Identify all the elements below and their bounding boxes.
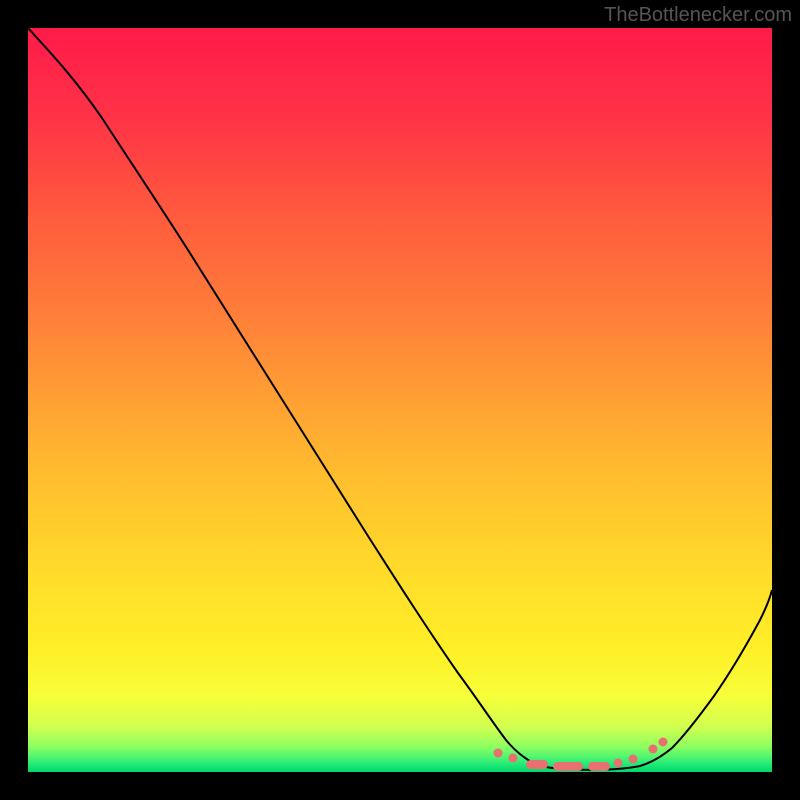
marker-dot (509, 754, 518, 763)
marker-dot (494, 749, 503, 758)
chart-container (28, 28, 772, 772)
marker-dot (629, 755, 638, 764)
watermark-text: TheBottlenecker.com (604, 4, 792, 27)
bottleneck-curve-svg (28, 28, 772, 772)
bottleneck-curve-path (28, 28, 772, 770)
marker-dash (526, 760, 548, 769)
marker-dot (614, 759, 623, 768)
marker-dot (659, 738, 668, 747)
marker-dot (649, 745, 658, 754)
marker-dash (553, 762, 583, 771)
marker-dash (588, 762, 610, 771)
